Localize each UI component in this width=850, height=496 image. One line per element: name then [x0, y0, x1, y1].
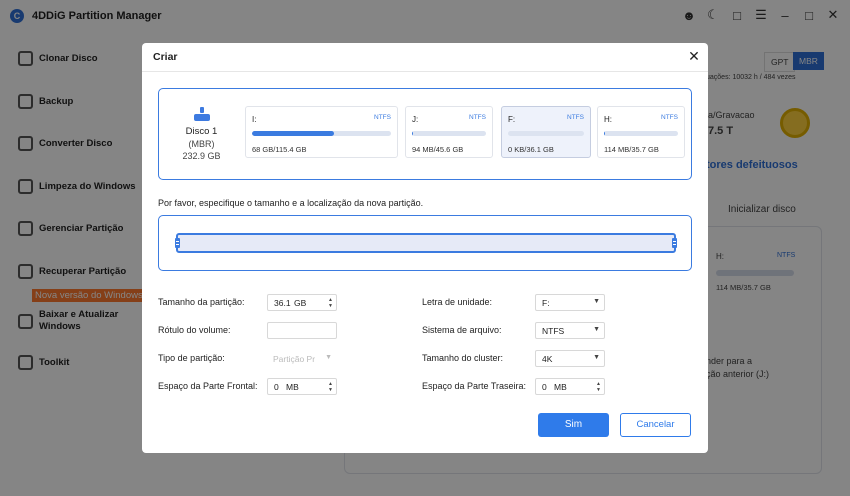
- partition-type-value: Partição Pr: [273, 354, 316, 364]
- close-icon[interactable]: ✕: [686, 48, 702, 64]
- create-partition-dialog: Criar ✕ Disco 1 (MBR) 232.9 GB I: NTFS 6…: [142, 43, 708, 453]
- partition-usage-fill: [604, 131, 606, 136]
- partition-card-f[interactable]: F: NTFS 0 KB/36.1 GB: [501, 106, 591, 158]
- cluster-size-select[interactable]: 4K ▼: [535, 350, 605, 367]
- cancel-button[interactable]: Cancelar: [620, 413, 691, 437]
- front-space-label: Espaço da Parte Frontal:: [158, 381, 258, 391]
- chevron-down-icon: ▼: [593, 298, 600, 305]
- partition-usage: 68 GB/115.4 GB: [252, 145, 307, 154]
- slider-right-handle[interactable]: [672, 238, 677, 248]
- partition-type-select: Partição Pr ▼: [267, 350, 337, 367]
- disk-icon: [194, 107, 210, 121]
- rear-space-unit: MB: [554, 382, 567, 392]
- chevron-down-icon: ▼: [325, 354, 332, 361]
- partition-usage-bar: [604, 131, 678, 136]
- partition-size-label: Tamanho da partição:: [158, 297, 245, 307]
- partition-letter: F:: [508, 115, 516, 124]
- partition-size-unit: GB: [294, 298, 307, 308]
- front-space-value: 0: [274, 382, 279, 392]
- partition-usage: 94 MB/45.6 GB: [412, 145, 464, 154]
- partition-size-value: 36.1: [274, 298, 291, 308]
- drive-letter-label: Letra de unidade:: [422, 297, 493, 307]
- partition-filesystem: NTFS: [469, 114, 486, 121]
- partition-usage-bar: [412, 131, 486, 136]
- partition-letter: I:: [252, 115, 257, 124]
- partition-usage: 114 MB/35.7 GB: [604, 145, 659, 154]
- drive-letter-value: F:: [542, 298, 550, 308]
- disk-name: Disco 1: [185, 126, 218, 137]
- partition-filesystem: NTFS: [567, 114, 584, 121]
- disk-size: 232.9 GB: [182, 151, 221, 161]
- stepper-arrows-icon[interactable]: ▲ ▼: [596, 381, 601, 393]
- filesystem-label: Sistema de arquivo:: [422, 325, 502, 335]
- divider: [142, 71, 708, 72]
- partition-size-slider[interactable]: [175, 233, 677, 253]
- partition-size-slider-panel: [158, 215, 692, 271]
- front-space-unit: MB: [286, 382, 299, 392]
- partition-filesystem: NTFS: [661, 114, 678, 121]
- partition-card-j[interactable]: J: NTFS 94 MB/45.6 GB: [405, 106, 493, 158]
- partition-usage-fill: [252, 131, 334, 136]
- partition-card-i[interactable]: I: NTFS 68 GB/115.4 GB: [245, 106, 398, 158]
- partition-letter: J:: [412, 115, 419, 124]
- disk-type: (MBR): [188, 139, 215, 149]
- partition-usage: 0 KB/36.1 GB: [508, 145, 554, 154]
- volume-label-input[interactable]: [267, 322, 337, 339]
- partition-usage-bar: [252, 131, 391, 136]
- partition-size-stepper[interactable]: 36.1 GB ▲ ▼: [267, 294, 337, 311]
- volume-label-label: Rótulo do volume:: [158, 325, 231, 335]
- partition-card-h[interactable]: H: NTFS 114 MB/35.7 GB: [597, 106, 685, 158]
- cluster-size-label: Tamanho do cluster:: [422, 353, 504, 363]
- instruction-text: Por favor, especifique o tamanho e a loc…: [158, 198, 424, 208]
- partition-type-label: Tipo de partição:: [158, 353, 225, 363]
- front-space-stepper[interactable]: 0 MB ▲ ▼: [267, 378, 337, 395]
- drive-letter-select[interactable]: F: ▼: [535, 294, 605, 311]
- chevron-down-icon: ▼: [593, 354, 600, 361]
- stepper-arrows-icon[interactable]: ▲ ▼: [328, 297, 333, 309]
- partition-letter: H:: [604, 115, 612, 124]
- rear-space-label: Espaço da Parte Traseira:: [422, 381, 527, 391]
- rear-space-stepper[interactable]: 0 MB ▲ ▼: [535, 378, 605, 395]
- partition-usage-bar: [508, 131, 584, 136]
- partition-filesystem: NTFS: [374, 114, 391, 121]
- dialog-title: Criar: [153, 51, 178, 63]
- disk-map-panel: Disco 1 (MBR) 232.9 GB I: NTFS 68 GB/115…: [158, 88, 692, 180]
- partition-usage-fill: [412, 131, 414, 136]
- stepper-arrows-icon[interactable]: ▲ ▼: [328, 381, 333, 393]
- filesystem-select[interactable]: NTFS ▼: [535, 322, 605, 339]
- rear-space-value: 0: [542, 382, 547, 392]
- cluster-size-value: 4K: [542, 354, 553, 364]
- confirm-button[interactable]: Sim: [538, 413, 609, 437]
- filesystem-value: NTFS: [542, 326, 565, 336]
- slider-left-handle[interactable]: [175, 238, 180, 248]
- chevron-down-icon: ▼: [593, 326, 600, 333]
